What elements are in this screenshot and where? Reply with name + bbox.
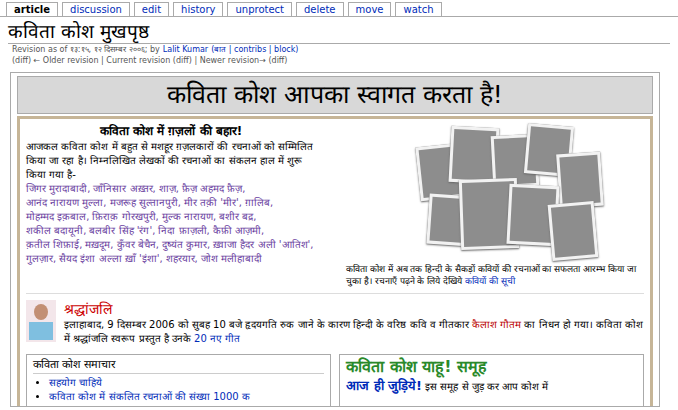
revision-nav[interactable]: (diff) ← Older revision | Current revisi… (12, 55, 666, 66)
poet-link[interactable]: कैलाश गौतम (472, 319, 521, 330)
poet-link[interactable]: मुल्क नारायण, (162, 210, 216, 224)
poet-link[interactable]: फ़िराक़ गोरखपुरी, (92, 210, 158, 224)
poet-link[interactable]: दुष्यंत कुमार, (162, 238, 210, 252)
poet-link[interactable]: बशीर बद्र, (219, 210, 256, 224)
tab[interactable]: edit (134, 2, 169, 16)
tribute-heading: श्रद्धांजलि (64, 300, 644, 318)
tab[interactable]: history (173, 2, 223, 16)
poet-link[interactable]: जिगर मुरादाबादी, (26, 182, 90, 196)
page-title: कविता कोश मुखपृष्ठ (8, 19, 670, 44)
tribute-photo (26, 300, 56, 342)
poet-link[interactable]: शहरयार, (166, 252, 198, 266)
poet-list: जिगर मुरादाबादी,जाँनिसार अख़्तर, शाज़,फ़ै… (26, 182, 316, 266)
ghazal-box: कविता कोश में ग़ज़लों की बहार!आजकल कविता… (26, 123, 316, 287)
poet-link[interactable]: आनंद नारायण मुल्ला, (26, 196, 107, 210)
poet-link[interactable]: गुलज़ार, (26, 252, 56, 266)
tab[interactable]: article (6, 2, 58, 16)
poet-link[interactable]: मजरूह सुल्तानपुरी, (110, 196, 181, 210)
ghazal-intro: आजकल कविता कोश में बहुत से मशहूर ग़ज़लका… (26, 140, 316, 182)
main-frame: कविता कोश में ग़ज़लों की बहार!आजकल कविता… (17, 116, 653, 406)
wiki-page: article discussion edit history unprotect del… (0, 0, 678, 410)
poet-link[interactable]: कुँवर बेचैन, (117, 238, 159, 252)
news-item: कविता कोश में संकलित रचनाओं की संख्या 10… (49, 390, 324, 404)
join-link[interactable]: आज ही जुड़िये! (346, 378, 422, 393)
revision-info: Revision as of १३:१५, १२ दिसम्बर २००६; b… (12, 44, 666, 55)
poet-link[interactable]: जाँनिसार अख़्तर, (93, 182, 155, 196)
poet-link[interactable]: क़तील शिफ़ाई, (26, 238, 82, 252)
user-link[interactable]: Lalit Kumar (163, 44, 208, 55)
news-link[interactable]: सहयोग चाहिये (49, 377, 102, 388)
poet-link[interactable]: फ़ैज़ अहमद फ़ैज़, (182, 182, 246, 196)
poet-link[interactable]: कैफ़ी आज़मी, (213, 224, 264, 238)
poet-link[interactable]: मख़दूम, (85, 238, 113, 252)
news-link[interactable]: कविता कोश में संकलित रचनाओं की संख्या 10… (49, 391, 250, 402)
news-item: सहयोग चाहिये (49, 376, 324, 390)
poet-link[interactable]: बलबीर सिंह 'रंग', (89, 224, 155, 238)
yahoo-heading: कविता कोश याहू! समूह (346, 357, 637, 377)
poets-photo-collage (408, 123, 603, 261)
poet-photo (547, 201, 598, 261)
yahoo-text: आज ही जुड़िये! इस समूह से जुड़ कर आप कोश… (346, 379, 637, 394)
tab[interactable]: unprotect (227, 2, 292, 16)
poet-link[interactable]: शकील बदायूनी, (26, 224, 86, 238)
poet-link[interactable]: ग़ालिब, (245, 196, 273, 210)
poet-link[interactable]: निदा फ़ाज़ली, (158, 224, 209, 238)
welcome-banner: कविता कोश आपका स्वागत करता है! (17, 76, 653, 114)
poets-list-link[interactable]: कवियों की सूची (465, 276, 515, 286)
poet-link[interactable]: शाज़, (159, 182, 179, 196)
songs-link[interactable]: 20 नए गीत (194, 333, 240, 344)
poet-photo (556, 152, 604, 209)
tab[interactable]: discussion (62, 2, 130, 16)
yahoo-group-box: कविता कोश याहू! समूह आज ही जुड़िये! इस सम… (339, 354, 644, 406)
poet-link[interactable]: सैयद इंशा अल्ला ख़ाँ 'इंशा', (59, 252, 162, 266)
content-box: कविता कोश आपका स्वागत करता है! कविता कोश … (10, 72, 660, 407)
ghazal-heading: कविता कोश में ग़ज़लों की बहार! (26, 123, 316, 140)
user-links[interactable]: (बात | contribs | block) (211, 44, 298, 55)
tab[interactable]: watch (395, 2, 441, 16)
collage-caption: कविता कोश में अब तक हिन्दी के सैकड़ों कव… (346, 263, 644, 287)
poet-link[interactable]: मोहम्मद इक़बाल, (26, 210, 89, 224)
tab-bar: article discussion edit history unprotect del… (0, 0, 678, 17)
poet-link[interactable]: मीर तक़ी 'मीर', (184, 196, 242, 210)
collage-area: कविता कोश में अब तक हिन्दी के सैकड़ों कव… (346, 123, 644, 287)
tribute-text: इलाहाबाद, 9 दिसम्बर 2006 को सुबह 10 बजे … (64, 318, 644, 346)
poet-link[interactable]: जोश मलीहाबादी (201, 252, 262, 266)
news-heading: कविता कोश समाचार (33, 357, 324, 374)
tribute-section: श्रद्धांजलिइलाहाबाद, 9 दिसम्बर 2006 को स… (26, 293, 644, 346)
news-box: कविता कोश समाचार सहयोग चाहिये कविता कोश मे… (26, 354, 331, 406)
poet-link[interactable]: ख़्वाजा हैदर अली 'आतिश', (213, 238, 313, 252)
tab[interactable]: delete (296, 2, 344, 16)
tab[interactable]: move (348, 2, 392, 16)
